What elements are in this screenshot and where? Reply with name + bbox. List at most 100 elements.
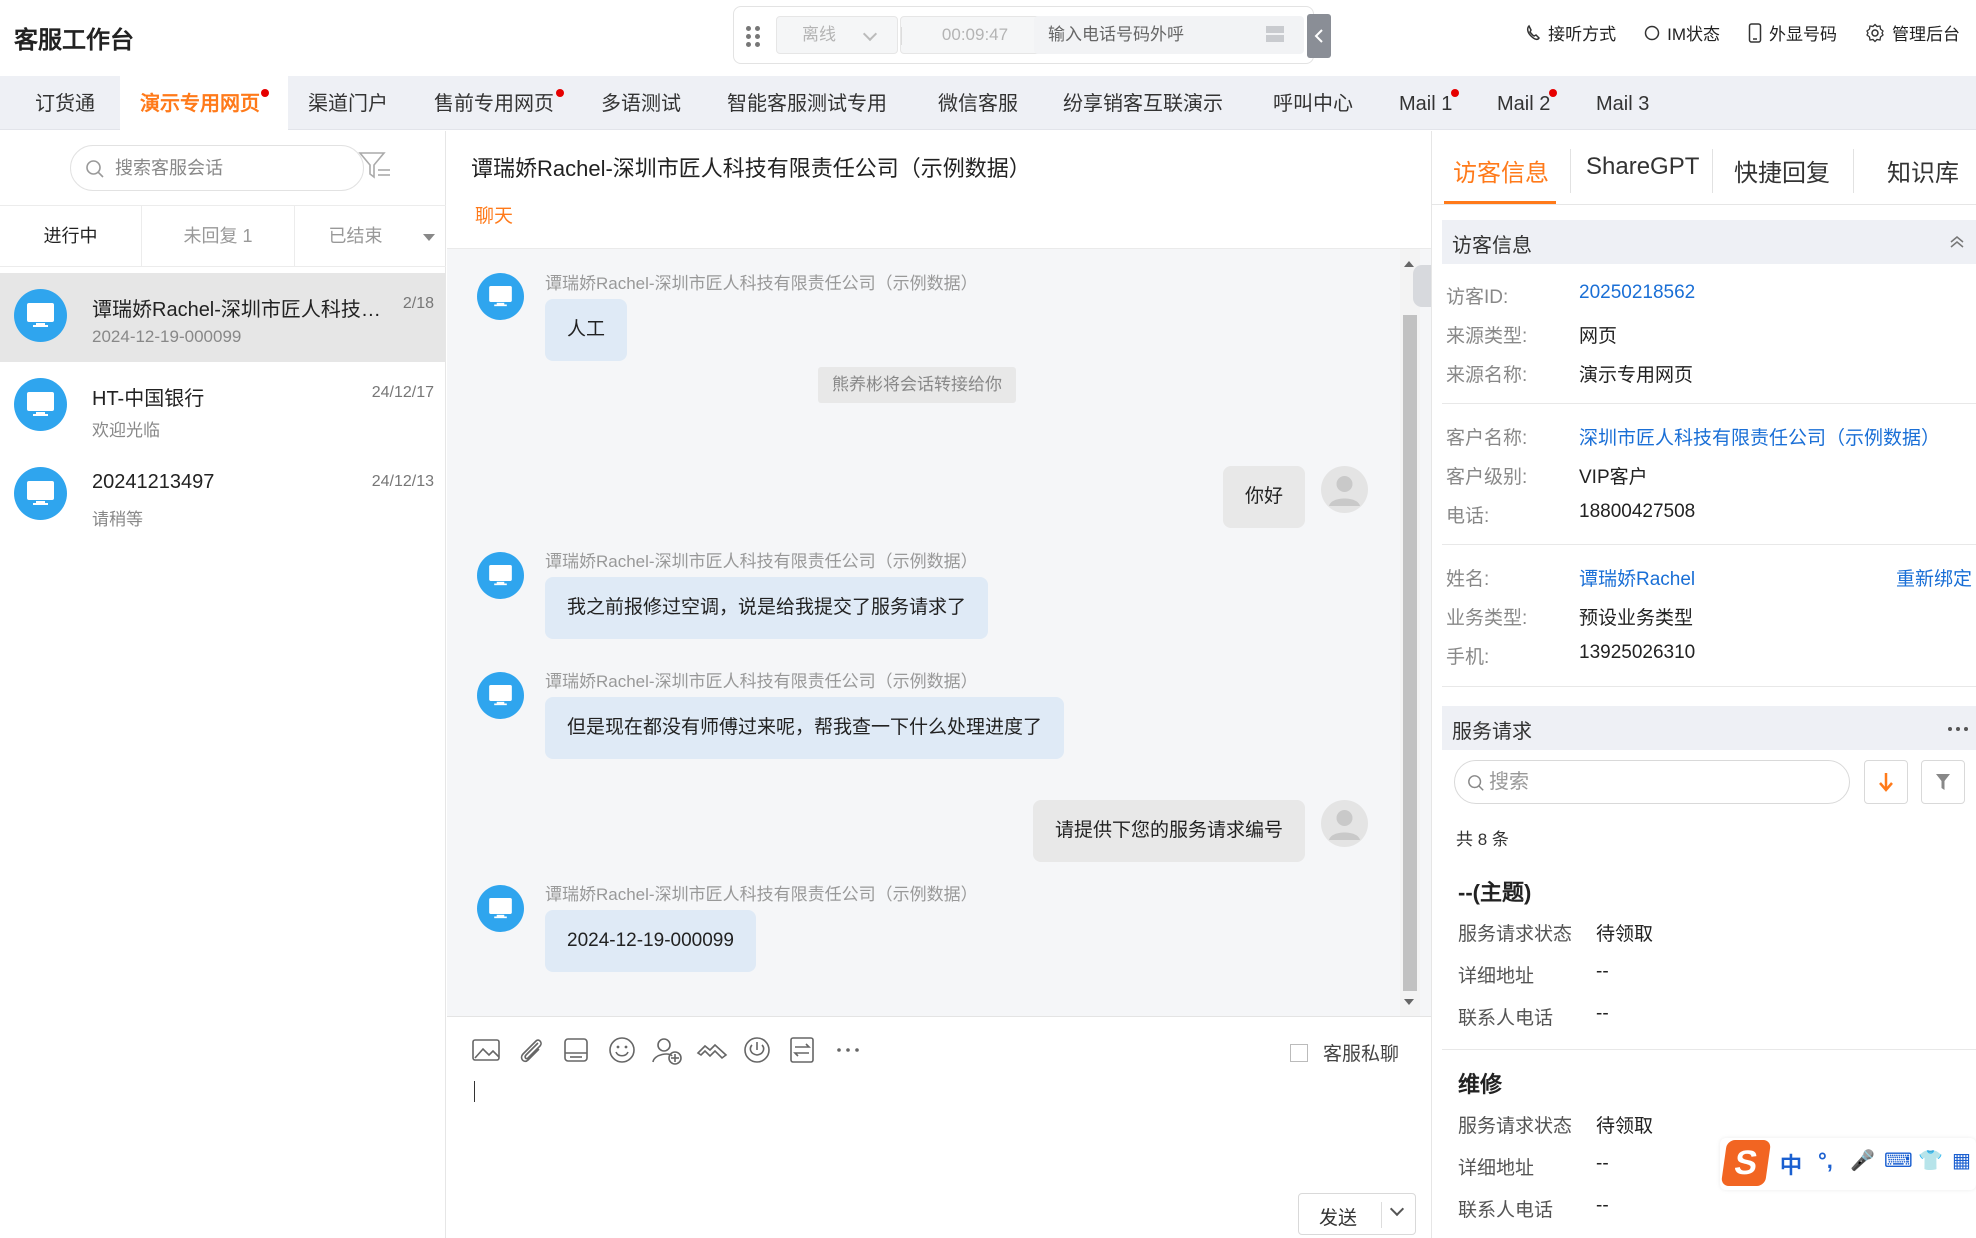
gear-icon [1866, 23, 1884, 42]
field-label: 客户级别: [1446, 467, 1528, 488]
tab-quick-reply[interactable]: 快捷回复 [1734, 153, 1830, 188]
chevron-down-icon [862, 26, 878, 42]
chevron-down-icon[interactable] [1389, 1201, 1405, 1217]
drag-handle-icon[interactable] [746, 26, 760, 47]
tab-label: 智能客服测试专用 [727, 93, 887, 115]
keyboard-icon[interactable] [559, 1033, 593, 1067]
side-drawer-handle[interactable] [1413, 265, 1431, 307]
conversation-date: 24/12/17 [371, 384, 434, 401]
display-number-button[interactable]: 外显号码 [1748, 20, 1837, 45]
field-label: 手机: [1446, 647, 1490, 668]
scrollbar-thumb[interactable] [1403, 315, 1417, 991]
im-status-label: IM状态 [1667, 25, 1720, 44]
keyboard-icon[interactable]: ⌨ [1884, 1148, 1913, 1173]
emoji-icon[interactable] [605, 1033, 639, 1067]
conversation-item[interactable]: 谭瑞娇Rachel-深圳市匠人科技有限责任公司（示例数据） 2/18 2024-… [0, 273, 446, 362]
tab-chat[interactable]: 聊天 [475, 201, 513, 228]
unread-dot [556, 89, 564, 97]
field-value: 待领取 [1596, 924, 1654, 945]
ime-chinese-toggle[interactable]: 中 [1780, 1148, 1802, 1180]
tab-1[interactable]: 演示专用网页 [120, 76, 288, 130]
admin-button[interactable]: 管理后台 [1865, 20, 1960, 45]
filter-icon[interactable] [358, 151, 392, 181]
tab-11[interactable]: Mail 3 [1596, 76, 1649, 130]
service-request-title[interactable]: --(主题) [1458, 875, 1531, 907]
conversation-name: 20241213497 [92, 471, 215, 493]
collapse-callbar-button[interactable] [1307, 14, 1331, 58]
conversation-item[interactable]: 20241213497 24/12/13 请稍等 [0, 451, 446, 540]
service-request-title[interactable]: 维修 [1458, 1067, 1502, 1099]
field-value: -- [1596, 961, 1609, 982]
chevron-up-double-icon[interactable] [1949, 235, 1965, 249]
user-icon [1329, 476, 1360, 506]
sort-button[interactable] [1864, 760, 1908, 804]
im-status-button[interactable]: IM状态 [1644, 20, 1720, 45]
microphone-icon[interactable]: 🎤 [1850, 1148, 1875, 1173]
tab-sharegpt[interactable]: ShareGPT [1586, 153, 1699, 181]
attachment-icon[interactable] [514, 1033, 548, 1067]
contact-name-link[interactable]: 谭瑞娇Rachel [1579, 564, 1695, 591]
tab-7[interactable]: 纷享销客互联演示 [1063, 76, 1223, 130]
tab-divider [1570, 149, 1571, 193]
tab-0[interactable]: 订货通 [35, 76, 95, 130]
ime-punctuation-toggle[interactable]: °, [1818, 1148, 1833, 1174]
power-icon[interactable] [740, 1033, 774, 1067]
tab-label: Mail 1 [1399, 93, 1453, 115]
call-status-select[interactable]: 离线 [776, 16, 898, 54]
tab-10[interactable]: Mail 2 [1497, 76, 1557, 130]
more-icon[interactable] [1947, 726, 1969, 732]
transfer-icon[interactable] [785, 1033, 819, 1067]
tab-5[interactable]: 智能客服测试专用 [727, 76, 887, 130]
dial-number-input[interactable] [1034, 16, 1304, 54]
tab-label: 呼叫中心 [1273, 93, 1353, 115]
visitor-id-link[interactable]: 20250218562 [1579, 282, 1695, 304]
answer-mode-button[interactable]: 接听方式 [1525, 20, 1616, 45]
image-icon[interactable] [469, 1033, 503, 1067]
scroll-up-icon[interactable] [1404, 261, 1414, 267]
status-tab-active[interactable]: 进行中 [0, 206, 142, 266]
visitor-info-header[interactable]: 访客信息 [1442, 220, 1976, 264]
monitor-icon [489, 286, 512, 307]
tab-6[interactable]: 微信客服 [938, 76, 1018, 130]
send-divider [1381, 1202, 1382, 1228]
service-request-header: 服务请求 [1442, 706, 1976, 750]
filter-icon [1936, 774, 1950, 790]
keypad-icon[interactable] [1266, 26, 1284, 42]
scroll-down-icon[interactable] [1404, 999, 1414, 1005]
caret-down-icon[interactable] [423, 234, 435, 241]
tab-label: 纷享销客互联演示 [1063, 93, 1223, 115]
message-bubble: 2024-12-19-000099 [545, 910, 756, 972]
customer-name-link[interactable]: 深圳市匠人科技有限责任公司（示例数据） [1579, 423, 1940, 450]
service-request-search-input[interactable] [1489, 769, 1829, 795]
filter-button[interactable] [1921, 760, 1965, 804]
skin-icon[interactable]: 👕 [1918, 1148, 1943, 1173]
tab-knowledge-base[interactable]: 知识库 [1887, 153, 1959, 188]
info-tabs: 访客信息 ShareGPT 快捷回复 知识库 [1432, 131, 1976, 205]
tab-visitor-info[interactable]: 访客信息 [1453, 153, 1549, 188]
field-value: 待领取 [1596, 1116, 1654, 1137]
rebind-link[interactable]: 重新绑定 [1896, 564, 1972, 591]
info-panel: 访客信息 ShareGPT 快捷回复 知识库 访客信息 访客ID: 202502… [1431, 131, 1976, 1238]
monitor-icon [27, 303, 54, 327]
status-tab-ended[interactable]: 已结束 [295, 206, 446, 266]
monitor-icon [489, 685, 512, 706]
private-chat-checkbox[interactable] [1290, 1044, 1308, 1062]
field-value: VIP客户 [1579, 467, 1648, 488]
conversation-search-input[interactable] [115, 154, 345, 182]
tab-9[interactable]: Mail 1 [1399, 76, 1459, 130]
sogou-logo-icon[interactable]: S [1720, 1140, 1772, 1186]
tab-8[interactable]: 呼叫中心 [1273, 76, 1353, 130]
add-contact-icon[interactable] [650, 1033, 684, 1067]
handshake-icon[interactable] [695, 1033, 729, 1067]
call-timer: 00:09:47 [900, 16, 1050, 54]
more-icon[interactable] [831, 1033, 865, 1067]
divider [1442, 1049, 1976, 1050]
tab-2[interactable]: 渠道门户 [308, 76, 388, 130]
toolbox-icon[interactable]: ▦ [1952, 1148, 1971, 1173]
conversation-search [70, 145, 364, 191]
conversation-item[interactable]: HT-中国银行 24/12/17 欢迎光临 [0, 362, 446, 451]
tab-4[interactable]: 多语测试 [601, 76, 681, 130]
status-tab-unreplied[interactable]: 未回复 1 [142, 206, 295, 266]
tab-3[interactable]: 售前专用网页 [434, 76, 564, 130]
send-button[interactable]: 发送 [1298, 1193, 1416, 1235]
